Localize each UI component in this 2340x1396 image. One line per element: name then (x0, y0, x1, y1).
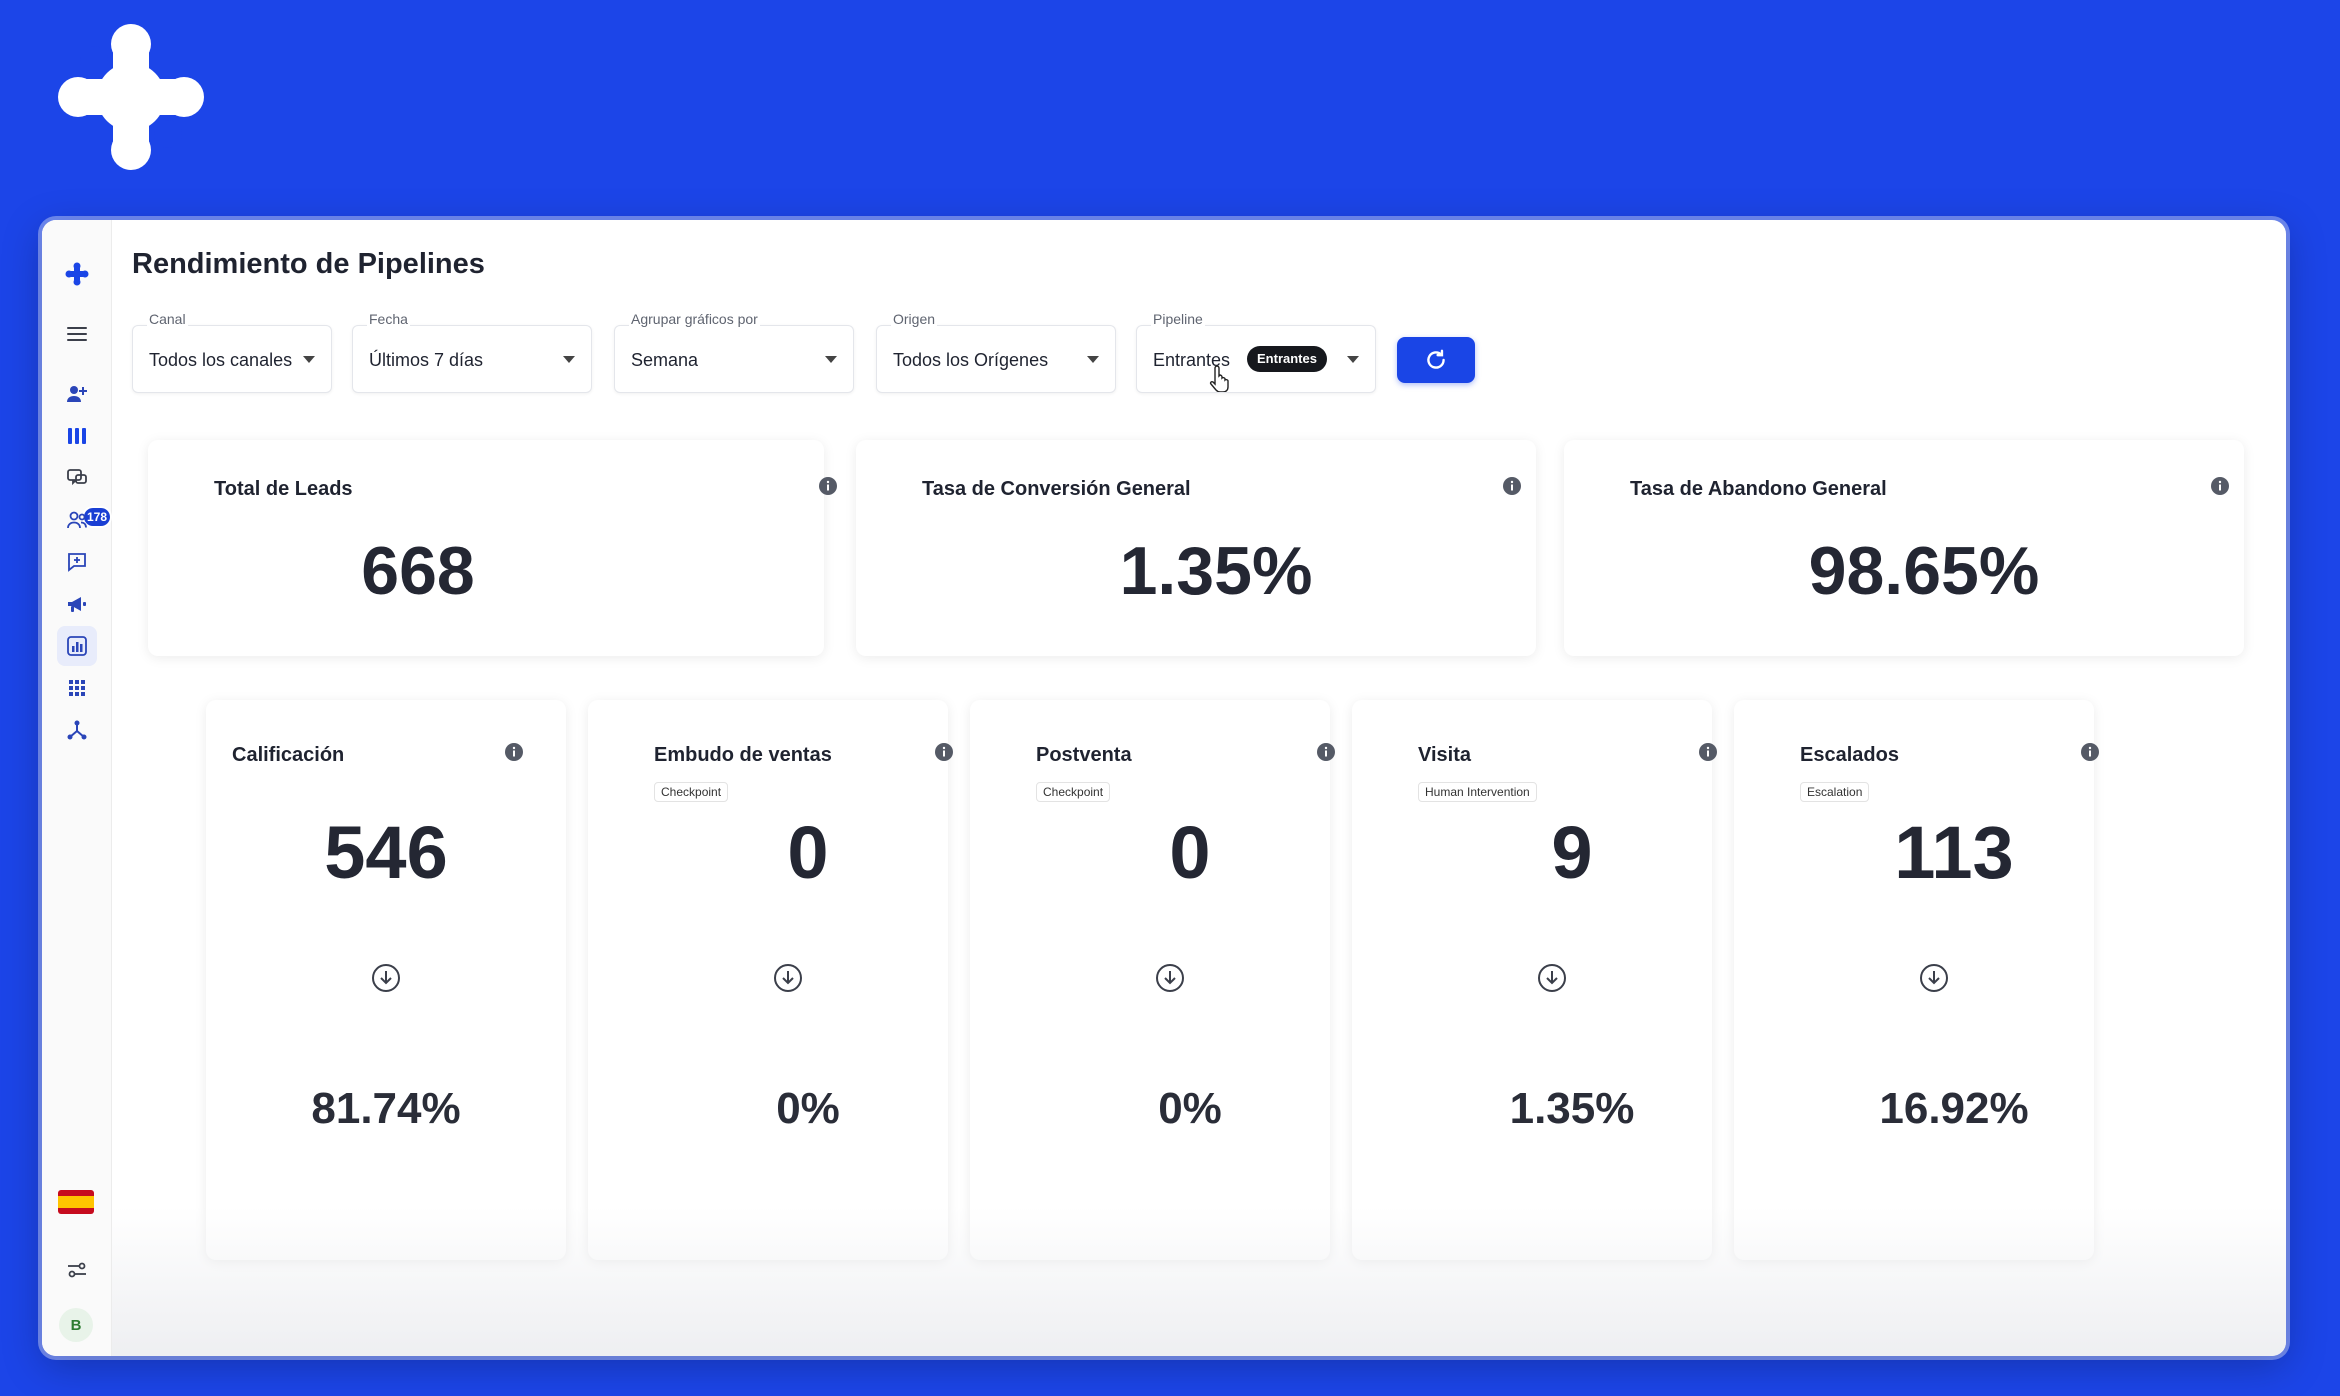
chevron-down-icon (1087, 356, 1099, 363)
fecha-select[interactable]: Fecha Últimos 7 días (352, 311, 592, 393)
canal-select[interactable]: Canal Todos los canales (132, 311, 332, 393)
app-window: 178 B Rendimiento de Pipelines Canal Tod… (42, 220, 2286, 1356)
stage-type-chip: Human Intervention (1418, 782, 1537, 802)
megaphone-icon[interactable] (57, 584, 97, 624)
sidebar: 178 B (42, 220, 112, 1356)
info-icon[interactable] (1698, 742, 1718, 762)
spain-flag-icon[interactable] (58, 1190, 94, 1214)
total-leads-title: Total de Leads (214, 478, 353, 500)
stage-title: Escalados (1800, 744, 1899, 766)
chevron-down-icon (825, 356, 837, 363)
stage-percent: 0% (776, 1084, 840, 1133)
chevron-down-icon (563, 356, 575, 363)
avatar[interactable]: B (59, 1308, 93, 1342)
fecha-label: Fecha (367, 311, 410, 327)
info-icon[interactable] (1316, 742, 1336, 762)
agrupar-value: Semana (631, 350, 699, 370)
summary-abandono: Tasa de Abandono General 98.65% (1564, 440, 2244, 656)
info-icon[interactable] (2210, 476, 2230, 496)
info-icon[interactable] (934, 742, 954, 762)
stage-card-escalados: Escalados Escalation 113 16.92% (1734, 700, 2099, 1260)
fecha-value: Últimos 7 días (369, 350, 484, 370)
canal-value: Todos los canales (149, 350, 293, 370)
stage-title: Embudo de ventas (654, 744, 832, 766)
arrow-down-circle-icon (1920, 964, 1948, 992)
stage-card-embudo: Embudo de ventas Checkpoint 0 0% (588, 700, 953, 1260)
stage-card-visita: Visita Human Intervention 9 1.35% (1352, 700, 1717, 1260)
stage-title: Visita (1418, 744, 1471, 766)
stage-type-chip: Escalation (1800, 782, 1870, 802)
stage-percent: 16.92% (1879, 1084, 2029, 1133)
arrow-down-circle-icon (1156, 964, 1184, 992)
stage-value: 113 (1894, 811, 2014, 894)
origen-label: Origen (891, 311, 938, 327)
users-icon[interactable] (57, 500, 97, 540)
user-add-icon[interactable] (57, 374, 97, 414)
pipeline-select[interactable]: Pipeline Entrantes Entrantes (1136, 311, 1376, 393)
kanban-icon[interactable] (57, 416, 97, 456)
refresh-button[interactable] (1397, 337, 1475, 383)
sliders-icon[interactable] (57, 1250, 97, 1290)
page-title: Rendimiento de Pipelines (132, 248, 485, 280)
abandono-value: 98.65% (1808, 533, 2040, 609)
refresh-icon (1427, 349, 1445, 369)
stage-value: 0 (1169, 811, 1211, 894)
stage-percent: 81.74% (311, 1084, 461, 1133)
info-icon[interactable] (504, 742, 524, 762)
analytics-icon[interactable] (57, 626, 97, 666)
brand-logo-icon (58, 24, 204, 170)
arrow-down-circle-icon (1538, 964, 1566, 992)
chevron-down-icon (1347, 356, 1359, 363)
pipeline-label: Pipeline (1151, 311, 1205, 327)
chevron-down-icon (303, 356, 315, 363)
stage-card-postventa: Postventa Checkpoint 0 0% (970, 700, 1335, 1260)
agrupar-select[interactable]: Agrupar gráficos por Semana (614, 311, 854, 393)
stage-title: Postventa (1036, 744, 1132, 766)
stage-type-chip: Checkpoint (654, 782, 729, 802)
stage-card-calificacion: Calificación 546 81.74% (206, 700, 566, 1260)
menu-icon[interactable] (57, 314, 97, 354)
summary-total-leads: Total de Leads 668 (148, 440, 837, 656)
agrupar-label: Agrupar gráficos por (629, 311, 760, 327)
stage-type-chip: Checkpoint (1036, 782, 1111, 802)
apps-grid-icon[interactable] (57, 668, 97, 708)
info-icon[interactable] (1502, 476, 1522, 496)
info-icon[interactable] (818, 476, 838, 496)
total-leads-value: 668 (361, 533, 475, 609)
chat-icon[interactable] (57, 458, 97, 498)
stage-percent: 1.35% (1509, 1084, 1635, 1133)
stage-value: 0 (787, 811, 829, 894)
conversion-title: Tasa de Conversión General (922, 478, 1191, 500)
info-icon[interactable] (2080, 742, 2100, 762)
stage-value: 546 (324, 811, 448, 894)
conversion-value: 1.35% (1119, 533, 1313, 609)
stage-value: 9 (1551, 811, 1593, 894)
stage-percent: 0% (1158, 1084, 1222, 1133)
pipeline-tooltip: Entrantes (1247, 346, 1327, 372)
canal-label: Canal (147, 311, 188, 327)
message-plus-icon[interactable] (57, 542, 97, 582)
flow-icon[interactable] (57, 710, 97, 750)
arrow-down-circle-icon (774, 964, 802, 992)
origen-select[interactable]: Origen Todos los Orígenes (876, 311, 1116, 393)
abandono-title: Tasa de Abandono General (1630, 478, 1887, 500)
origen-value: Todos los Orígenes (893, 350, 1049, 370)
stage-title: Calificación (232, 744, 345, 766)
arrow-down-circle-icon (372, 964, 400, 992)
pointer-cursor-icon (1209, 365, 1229, 392)
logo-mark-icon[interactable] (57, 254, 97, 294)
summary-conversion: Tasa de Conversión General 1.35% (856, 440, 1536, 656)
